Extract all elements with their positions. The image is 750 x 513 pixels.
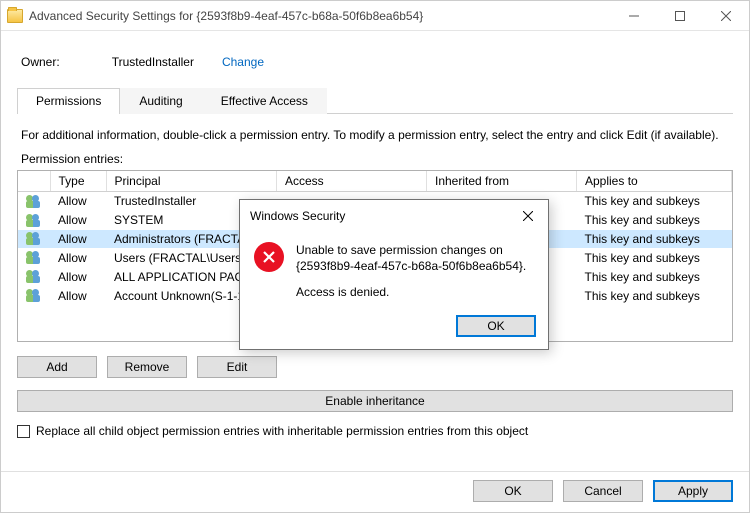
col-principal[interactable]: Principal bbox=[106, 171, 277, 192]
cell-type: Allow bbox=[50, 267, 106, 286]
info-text: For additional information, double-click… bbox=[21, 128, 729, 142]
principal-icon bbox=[26, 251, 42, 265]
close-button[interactable] bbox=[703, 1, 749, 31]
error-icon bbox=[254, 242, 284, 272]
cell-applies: This key and subkeys bbox=[577, 192, 732, 211]
owner-value: TrustedInstaller bbox=[112, 55, 194, 69]
principal-icon bbox=[26, 232, 42, 246]
minimize-button[interactable] bbox=[611, 1, 657, 31]
table-header-row: Type Principal Access Inherited from App… bbox=[18, 171, 732, 192]
cell-type: Allow bbox=[50, 248, 106, 267]
error-dialog: Windows Security Unable to save permissi… bbox=[239, 199, 549, 350]
cell-applies: This key and subkeys bbox=[577, 248, 732, 267]
error-line1: Unable to save permission changes on {25… bbox=[296, 242, 534, 274]
col-inherited[interactable]: Inherited from bbox=[427, 171, 577, 192]
tab-auditing[interactable]: Auditing bbox=[120, 88, 201, 114]
replace-checkbox-row[interactable]: Replace all child object permission entr… bbox=[17, 424, 733, 438]
cancel-button[interactable]: Cancel bbox=[563, 480, 643, 502]
error-dialog-title: Windows Security bbox=[250, 209, 514, 223]
cell-applies: This key and subkeys bbox=[577, 286, 732, 305]
col-type[interactable]: Type bbox=[50, 171, 106, 192]
principal-icon bbox=[26, 214, 42, 228]
cell-type: Allow bbox=[50, 211, 106, 230]
window-title: Advanced Security Settings for {2593f8b9… bbox=[29, 9, 611, 23]
ok-button[interactable]: OK bbox=[473, 480, 553, 502]
table-buttons: Add Remove Edit bbox=[17, 356, 733, 378]
titlebar: Advanced Security Settings for {2593f8b9… bbox=[1, 1, 749, 31]
dialog-footer: OK Cancel Apply bbox=[473, 480, 733, 502]
error-ok-button[interactable]: OK bbox=[456, 315, 536, 337]
principal-icon bbox=[26, 195, 42, 209]
error-line2: Access is denied. bbox=[296, 284, 534, 300]
cell-applies: This key and subkeys bbox=[577, 211, 732, 230]
tab-bar: Permissions Auditing Effective Access bbox=[17, 87, 733, 114]
col-applies[interactable]: Applies to bbox=[577, 171, 732, 192]
maximize-button[interactable] bbox=[657, 1, 703, 31]
folder-icon bbox=[7, 9, 23, 23]
apply-button[interactable]: Apply bbox=[653, 480, 733, 502]
footer-separator bbox=[1, 471, 749, 472]
replace-label: Replace all child object permission entr… bbox=[36, 424, 528, 438]
col-access[interactable]: Access bbox=[277, 171, 427, 192]
cell-type: Allow bbox=[50, 286, 106, 305]
enable-inheritance-button[interactable]: Enable inheritance bbox=[17, 390, 733, 412]
replace-checkbox[interactable] bbox=[17, 425, 30, 438]
error-dialog-titlebar: Windows Security bbox=[240, 200, 548, 232]
cell-applies: This key and subkeys bbox=[577, 230, 732, 249]
edit-button[interactable]: Edit bbox=[197, 356, 277, 378]
owner-label: Owner: bbox=[21, 55, 60, 69]
error-text: Unable to save permission changes on {25… bbox=[296, 242, 534, 301]
tab-permissions[interactable]: Permissions bbox=[17, 88, 120, 114]
entries-label: Permission entries: bbox=[21, 152, 729, 166]
principal-icon bbox=[26, 270, 42, 284]
owner-row: Owner: TrustedInstaller Change bbox=[21, 55, 733, 69]
principal-icon bbox=[26, 289, 42, 303]
change-owner-link[interactable]: Change bbox=[222, 55, 264, 69]
add-button[interactable]: Add bbox=[17, 356, 97, 378]
remove-button[interactable]: Remove bbox=[107, 356, 187, 378]
cell-type: Allow bbox=[50, 192, 106, 211]
error-dialog-close-button[interactable] bbox=[514, 206, 542, 226]
cell-applies: This key and subkeys bbox=[577, 267, 732, 286]
tab-effective-access[interactable]: Effective Access bbox=[202, 88, 327, 114]
cell-type: Allow bbox=[50, 230, 106, 249]
